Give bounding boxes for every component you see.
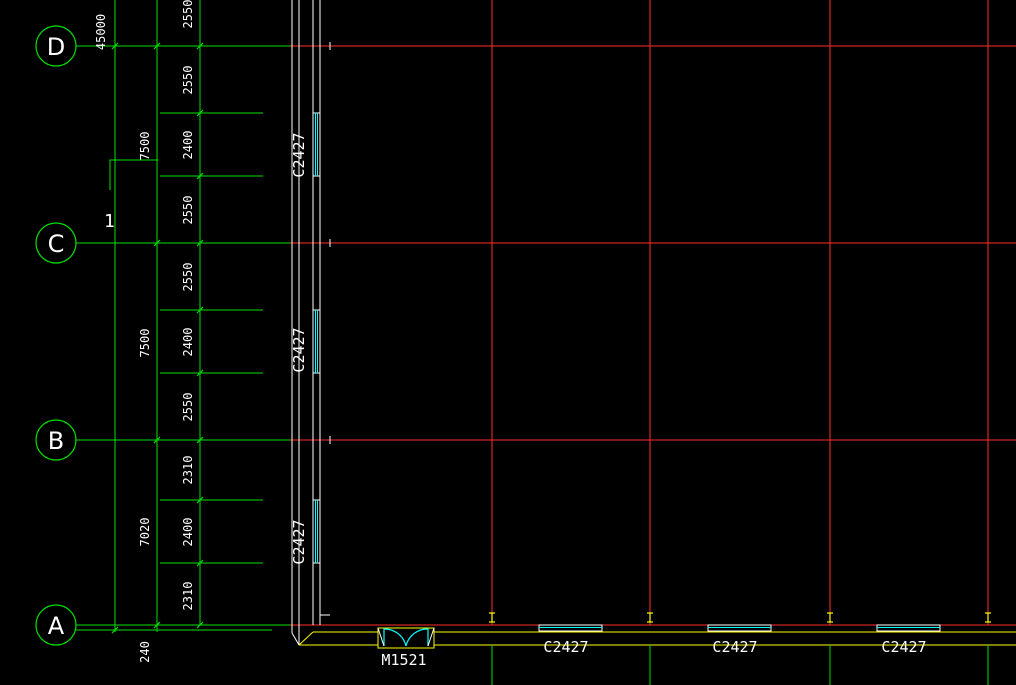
south-wall-white bbox=[291, 632, 300, 646]
dim-d-top: 2550 bbox=[181, 0, 195, 28]
west-window-2-label: C2427 bbox=[290, 327, 308, 372]
door-label: M1521 bbox=[381, 651, 426, 669]
south-window-1: C2427 bbox=[538, 624, 603, 656]
axis-bubble-b: B bbox=[35, 419, 77, 461]
axis-grid bbox=[76, 0, 1016, 626]
dim-dc-window: 2400 bbox=[181, 131, 195, 160]
south-columns bbox=[489, 612, 991, 623]
axis-bubble-a: A bbox=[35, 604, 77, 646]
south-window-2: C2427 bbox=[707, 624, 772, 656]
door-m1521: M1521 bbox=[377, 627, 435, 669]
dim-cb-total: 7500 bbox=[138, 329, 152, 358]
west-window-1-label: C2427 bbox=[290, 132, 308, 177]
floor-plan-drawing: D C B A 45000 2550 2550 2400 2550 7500 2… bbox=[35, 0, 1016, 685]
south-window-3-label: C2427 bbox=[881, 638, 926, 656]
axis-label-b: B bbox=[48, 427, 64, 455]
axis-label-d: D bbox=[47, 33, 65, 61]
dim-overall: 45000 bbox=[94, 14, 108, 50]
dim-dc-total: 7500 bbox=[138, 132, 152, 161]
dim-dc-upper: 2550 bbox=[181, 66, 195, 95]
west-window-3-label: C2427 bbox=[290, 519, 308, 564]
west-window-1: C2427 bbox=[290, 112, 321, 178]
section-mark-line bbox=[109, 159, 158, 190]
west-window-2: C2427 bbox=[290, 309, 321, 374]
axis-bubble-c: C bbox=[35, 222, 77, 264]
section-mark-number: 1 bbox=[104, 211, 115, 232]
dim-wall-thickness: 240 bbox=[138, 641, 152, 663]
dim-ba-lower: 2310 bbox=[181, 582, 195, 611]
west-window-3: C2427 bbox=[290, 499, 321, 565]
south-window-1-label: C2427 bbox=[543, 638, 588, 656]
dim-cb-lower: 2550 bbox=[181, 393, 195, 422]
dim-ba-upper: 2310 bbox=[181, 456, 195, 485]
dim-ba-window: 2400 bbox=[181, 518, 195, 547]
south-window-2-label: C2427 bbox=[712, 638, 757, 656]
dim-cb-window: 2400 bbox=[181, 328, 195, 357]
dim-ba-total: 7020 bbox=[138, 518, 152, 547]
axis-label-a: A bbox=[48, 612, 65, 640]
axis-bubble-d: D bbox=[35, 25, 77, 67]
axis-bubbles: D C B A bbox=[35, 25, 77, 646]
south-window-3: C2427 bbox=[876, 624, 941, 656]
axis-label-c: C bbox=[48, 230, 65, 258]
dim-cb-upper: 2550 bbox=[181, 263, 195, 292]
dim-dc-lower: 2550 bbox=[181, 196, 195, 225]
